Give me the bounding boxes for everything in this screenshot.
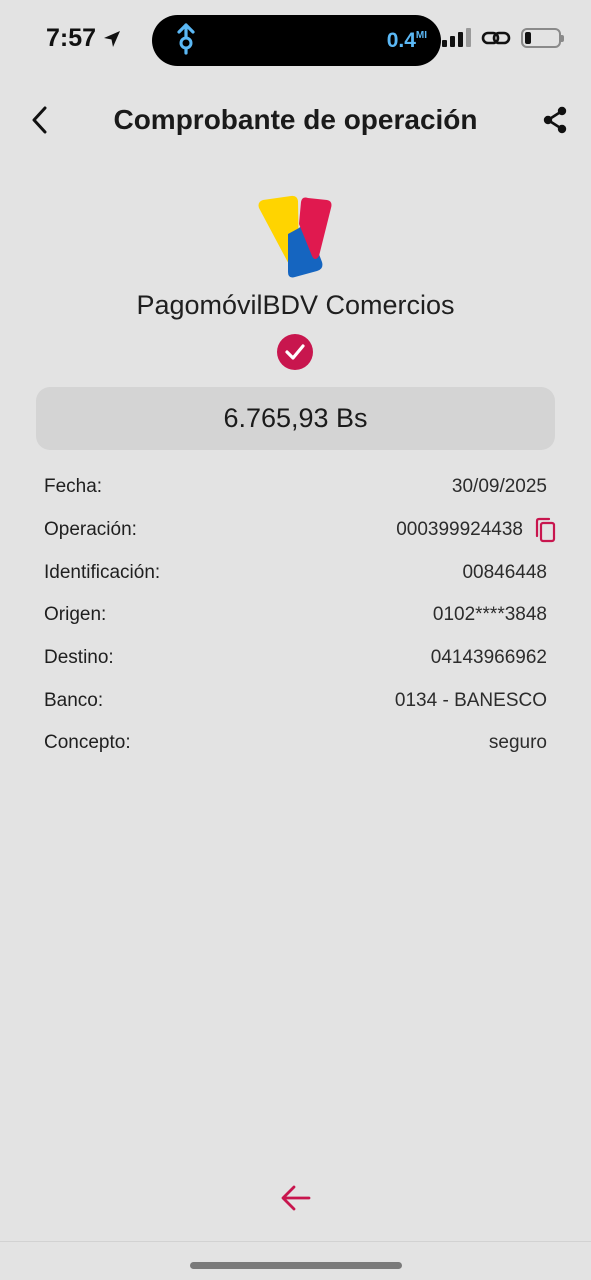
status-bar: 7:57 0.4MI xyxy=(0,0,591,80)
receipt-screen: 7:57 0.4MI Comprobante de operación Pago… xyxy=(0,0,591,1280)
battery-level xyxy=(525,32,531,44)
detail-label: Origen: xyxy=(44,604,107,626)
detail-label: Operación: xyxy=(44,519,137,541)
bottom-divider xyxy=(0,1241,591,1242)
detail-row-concepto: Concepto: seguro xyxy=(44,722,547,765)
detail-row-origen: Origen: 0102****3848 xyxy=(44,594,547,637)
detail-value: seguro xyxy=(488,732,547,754)
signal-icon xyxy=(442,28,471,47)
link-icon xyxy=(481,31,511,45)
check-icon xyxy=(285,344,305,360)
header: Comprobante de operación xyxy=(0,90,591,150)
detail-label: Fecha: xyxy=(44,476,103,498)
success-badge xyxy=(277,334,313,370)
amount: 6.765,93 Bs xyxy=(223,403,368,433)
battery-icon xyxy=(521,28,564,48)
details-list: Fecha: 30/09/2025 Operación: 00039992443… xyxy=(44,466,556,765)
detail-row-destino: Destino: 04143966962 xyxy=(44,637,547,680)
detail-value: 30/09/2025 xyxy=(451,476,547,498)
activity-distance-value: 0.4 xyxy=(386,29,416,52)
page-title: Comprobante de operación xyxy=(113,104,478,135)
status-time: 7:57 xyxy=(46,24,122,53)
brand-name: PagomóvilBDV Comercios xyxy=(136,290,455,320)
detail-label: Concepto: xyxy=(44,732,131,754)
status-time-text: 7:57 xyxy=(46,24,97,52)
detail-row-operacion: Operación: 000399924438 xyxy=(44,509,556,552)
detail-label: Banco: xyxy=(44,689,104,711)
location-arrow-icon xyxy=(104,30,121,47)
home-indicator[interactable] xyxy=(190,1262,402,1269)
detail-value: 00846448 xyxy=(462,561,547,583)
copy-icon xyxy=(535,517,556,543)
share-button[interactable] xyxy=(537,102,573,138)
detail-value: 04143966962 xyxy=(430,647,547,669)
status-right xyxy=(442,28,564,48)
detail-row-fecha: Fecha: 30/09/2025 xyxy=(44,466,547,509)
share-icon xyxy=(543,106,567,134)
detail-value: 0134 - BANESCO xyxy=(394,689,547,711)
detail-value: 0102****3848 xyxy=(432,604,547,626)
detail-label: Destino: xyxy=(44,647,114,669)
arrow-left-icon xyxy=(281,1185,311,1211)
detail-value-operacion: 000399924438 xyxy=(396,516,556,544)
copy-button[interactable] xyxy=(531,516,559,544)
activity-distance-unit: MI xyxy=(415,30,427,41)
operation-number: 000399924438 xyxy=(396,519,523,541)
activity-distance: 0.4MI xyxy=(387,29,427,53)
pagomovil-logo xyxy=(258,195,332,278)
amount-box: 6.765,93 Bs xyxy=(36,387,555,450)
detail-label: Identificación: xyxy=(44,561,161,583)
detail-row-banco: Banco: 0134 - BANESCO xyxy=(44,679,547,722)
walking-icon xyxy=(177,23,195,55)
detail-row-identificacion: Identificación: 00846448 xyxy=(44,551,547,594)
dynamic-island[interactable]: 0.4MI xyxy=(152,15,441,66)
bottom-back-button[interactable] xyxy=(278,1180,314,1216)
